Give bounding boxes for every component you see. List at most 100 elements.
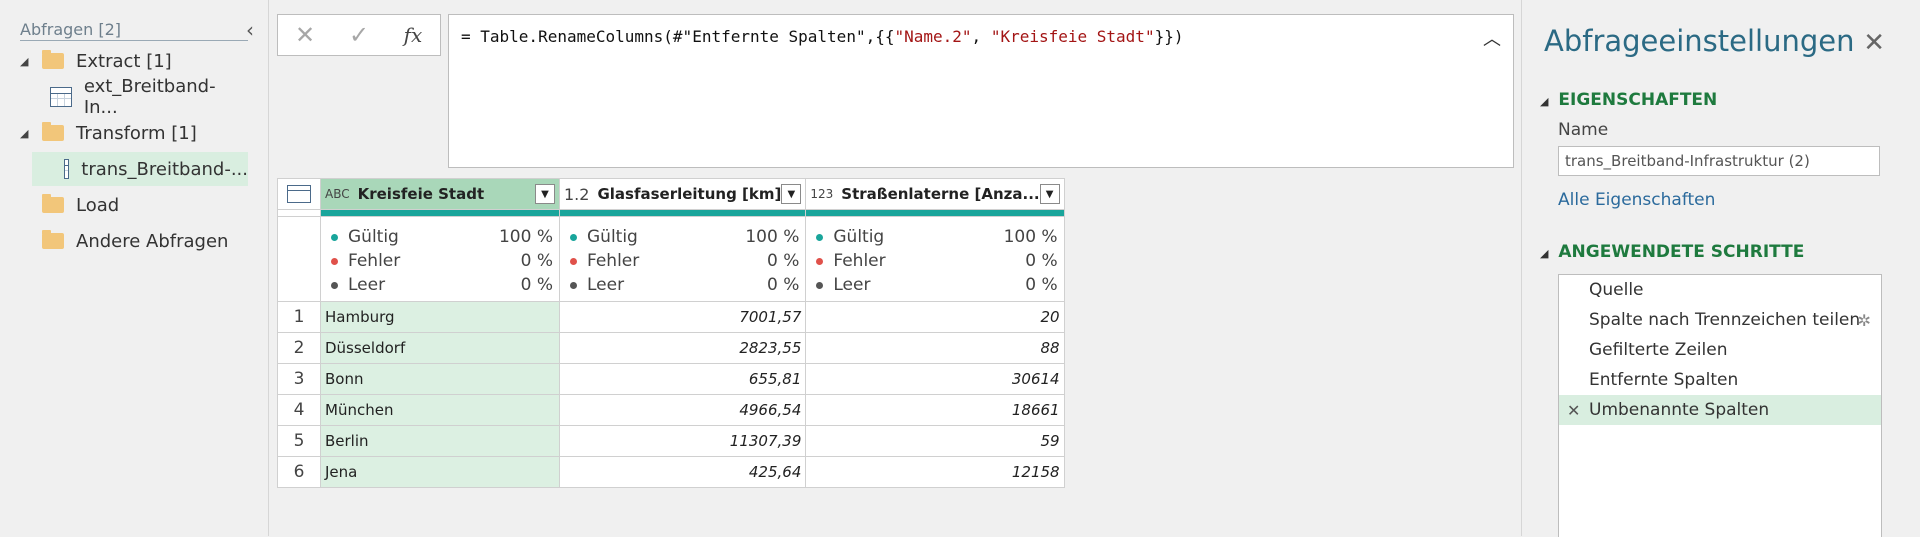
row-index[interactable]: 3 [277,363,321,395]
formula-bar[interactable]: = Table.RenameColumns(#"Entfernte Spalte… [448,14,1514,168]
query-item-label: trans_Breitband-... [81,158,248,180]
quality-value: 0 % [520,251,553,271]
cell-glas[interactable]: 655,81 [558,363,807,395]
formula-string: "Kreisfeie Stadt" [990,27,1155,46]
delete-step-icon[interactable]: ✕ [1567,401,1580,420]
table-row[interactable]: 4 München 4966,54 18661 [277,394,1065,426]
formula-text[interactable]: = Table.RenameColumns(#"Entfernte Spalte… [461,27,1183,46]
chevron-up-icon[interactable]: ︿ [1483,25,1501,51]
cell-glas[interactable]: 7001,57 [558,301,807,333]
empty-dot-icon [816,281,824,289]
table-menu-icon[interactable] [277,178,321,210]
commit-icon[interactable]: ✓ [332,21,386,49]
table-row[interactable]: 2 Düsseldorf 2823,55 88 [277,332,1065,364]
error-dot-icon [816,257,824,265]
settings-title: Abfrageeinstellungen [1544,24,1855,58]
row-index[interactable]: 6 [277,456,321,488]
query-group-load[interactable]: Load [20,188,248,222]
step-item[interactable]: Entfernte Spalten [1559,365,1881,395]
applied-steps-list: Quelle Spalte nach Trennzeichen teilen ✲ … [1558,274,1882,537]
fx-icon[interactable]: fx [386,23,440,47]
quality-label: Leer [833,275,871,295]
cell-city[interactable]: München [320,394,560,426]
query-item-trans[interactable]: trans_Breitband-... [32,152,248,186]
quality-label: Fehler [587,251,640,271]
quality-label: Gültig [833,227,885,247]
text-type-icon[interactable]: ABC [325,187,350,201]
cell-city[interactable]: Hamburg [320,301,560,333]
step-label: Entfernte Spalten [1589,370,1739,390]
cell-city[interactable]: Jena [320,456,560,488]
query-group-label: Andere Abfragen [76,230,229,252]
cell-laterne[interactable]: 12158 [805,456,1065,488]
expand-triangle-icon[interactable]: ◢ [20,55,32,68]
formula-part: , [971,27,991,46]
cell-city[interactable]: Berlin [320,425,560,457]
cell-laterne[interactable]: 30614 [805,363,1065,395]
column-quality: Gültig 100 % Fehler 0 % Leer 0 % [320,216,560,302]
table-row[interactable]: 3 Bonn 655,81 30614 [277,363,1065,395]
row-index[interactable]: 2 [277,332,321,364]
data-grid: ABC Kreisfeie Stadt ▼ 1.2 Glasfaserleitu… [277,178,1065,488]
cell-city[interactable]: Düsseldorf [320,332,560,364]
query-group-other[interactable]: Andere Abfragen [20,224,248,258]
cell-glas[interactable]: 4966,54 [558,394,807,426]
cell-glas[interactable]: 11307,39 [558,425,807,457]
expand-triangle-icon[interactable]: ◢ [20,127,32,140]
step-label: Quelle [1589,280,1644,300]
cancel-icon[interactable]: ✕ [278,21,332,49]
cell-laterne[interactable]: 20 [805,301,1065,333]
table-row[interactable]: 1 Hamburg 7001,57 20 [277,301,1065,333]
filter-dropdown-icon[interactable]: ▼ [781,184,802,204]
column-name: Glasfaserleitung [km] [597,185,782,203]
column-name: Straßenlaterne [Anza... [841,185,1040,203]
section-title: ANGEWENDETE SCHRITTE [1558,242,1805,262]
step-item[interactable]: Gefilterte Zeilen [1559,335,1881,365]
close-icon[interactable]: ✕ [1863,28,1885,58]
step-item[interactable]: Quelle [1559,275,1881,305]
empty-dot-icon [331,281,338,289]
integer-type-icon[interactable]: 123 [810,187,833,201]
query-name-field[interactable] [1558,146,1880,176]
quality-bar [277,209,1065,217]
row-index[interactable]: 4 [277,394,321,426]
column-header-laterne[interactable]: 123 Straßenlaterne [Anza... ▼ [805,178,1065,210]
cell-glas[interactable]: 2823,55 [558,332,807,364]
cell-glas[interactable]: 425,64 [558,456,807,488]
table-icon [64,159,70,179]
query-group-extract[interactable]: ◢ Extract [1] [20,44,248,78]
step-label: Gefilterte Zeilen [1589,340,1728,360]
decimal-type-icon[interactable]: 1.2 [564,185,589,204]
cell-laterne[interactable]: 59 [805,425,1065,457]
step-item[interactable]: Spalte nach Trennzeichen teilen ✲ [1559,305,1881,335]
row-index[interactable]: 5 [277,425,321,457]
chevron-left-icon[interactable]: ‹ [246,18,254,42]
queries-header: Abfragen [2] ‹ [20,18,254,42]
row-index[interactable]: 1 [277,301,321,333]
filter-dropdown-icon[interactable]: ▼ [1039,184,1060,204]
step-item-active[interactable]: ✕ Umbenannte Spalten [1559,395,1881,425]
cell-laterne[interactable]: 88 [805,332,1065,364]
quality-value: 0 % [1025,275,1058,295]
table-row[interactable]: 5 Berlin 11307,39 59 [277,425,1065,457]
cell-city[interactable]: Bonn [320,363,560,395]
empty-dot-icon [570,281,577,289]
column-header-city[interactable]: ABC Kreisfeie Stadt ▼ [320,178,560,210]
section-properties[interactable]: ◢ EIGENSCHAFTEN [1540,90,1717,110]
collapse-triangle-icon[interactable]: ◢ [1540,95,1548,108]
column-name: Kreisfeie Stadt [357,185,485,203]
filter-dropdown-icon[interactable]: ▼ [535,184,555,204]
column-header-glas[interactable]: 1.2 Glasfaserleitung [km] ▼ [558,178,807,210]
gear-icon[interactable]: ✲ [1858,311,1871,330]
collapse-triangle-icon[interactable]: ◢ [1540,247,1548,260]
query-group-transform[interactable]: ◢ Transform [1] [20,116,248,150]
query-item-ext[interactable]: ext_Breitband-In... [20,76,248,118]
quality-value: 0 % [520,275,553,295]
quality-label: Fehler [348,251,401,271]
column-quality-row: Gültig 100 % Fehler 0 % Leer 0 % Gültig 100 … [277,216,1065,302]
cell-laterne[interactable]: 18661 [805,394,1065,426]
table-row[interactable]: 6 Jena 425,64 12158 [277,456,1065,488]
section-applied-steps[interactable]: ◢ ANGEWENDETE SCHRITTE [1540,242,1804,262]
all-properties-link[interactable]: Alle Eigenschaften [1558,190,1715,210]
valid-dot-icon [570,233,577,241]
